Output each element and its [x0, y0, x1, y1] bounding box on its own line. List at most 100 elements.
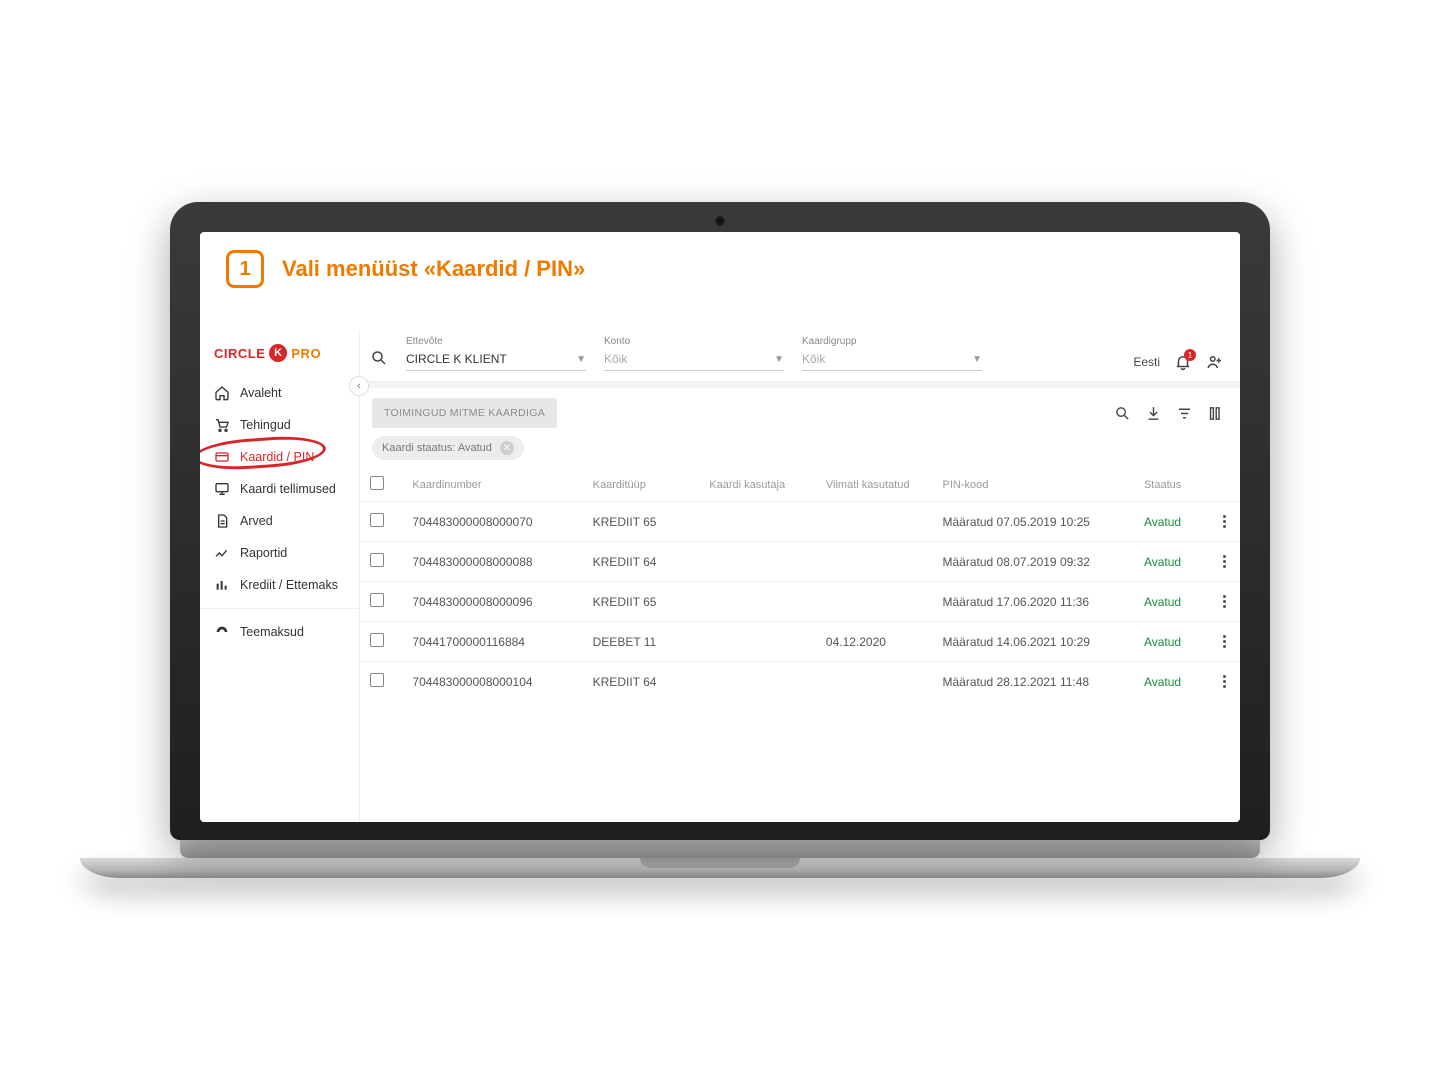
row-menu-icon[interactable]: [1218, 595, 1230, 608]
cell-status: Avatud: [1134, 502, 1208, 542]
topbar: Ettevõte CIRCLE K KLIENT ▼ Konto Kõik: [360, 330, 1240, 382]
cell-user: [699, 542, 816, 582]
bars-icon: [214, 577, 230, 593]
notifications-button[interactable]: 1: [1174, 353, 1192, 371]
row-checkbox[interactable]: [370, 593, 384, 607]
sidebar-item-reports[interactable]: Raportid: [200, 538, 359, 568]
cell-cardnum: 704483000008000104: [402, 662, 582, 702]
sidebar-item-home[interactable]: Avaleht: [200, 378, 359, 408]
cardgroup-select-label: Kaardigrupp: [802, 336, 982, 347]
account-icon[interactable]: [1206, 353, 1224, 371]
row-menu-icon[interactable]: [1218, 635, 1230, 648]
document-icon: [214, 513, 230, 529]
cell-cardnum: 704483000008000070: [402, 502, 582, 542]
sidebar-item-label: Krediit / Ettemaks: [240, 578, 338, 592]
row-menu-icon[interactable]: [1218, 515, 1230, 528]
filter-chip-label: Kaardi staatus: Avatud: [382, 442, 492, 454]
cell-cardnum: 704483000008000096: [402, 582, 582, 622]
table-row[interactable]: 704483000008000096KREDIIT 65Määratud 17.…: [360, 582, 1240, 622]
monitor-icon: [214, 481, 230, 497]
col-pin[interactable]: PIN-kood: [933, 468, 1134, 502]
table-toolbar: TOIMINGUD MITME KAARDIGA: [360, 382, 1240, 432]
logo-word2: PRO: [291, 346, 321, 361]
sidebar-collapse-toggle[interactable]: ‹: [349, 376, 369, 396]
sidebar-item-card-orders[interactable]: Kaardi tellimused: [200, 474, 359, 504]
sidebar-item-label: Kaardi tellimused: [240, 482, 336, 496]
cell-lastused: [816, 502, 933, 542]
instruction-title: Vali menüüst «Kaardid / PIN»: [282, 256, 585, 282]
company-select[interactable]: Ettevõte CIRCLE K KLIENT ▼: [406, 336, 586, 371]
cell-cardtype: DEEBET 11: [583, 622, 700, 662]
cell-status: Avatud: [1134, 662, 1208, 702]
cell-pin: Määratud 28.12.2021 11:48: [933, 662, 1134, 702]
table-row[interactable]: 70441700000116884DEEBET 1104.12.2020Määr…: [360, 622, 1240, 662]
laptop-base: [80, 858, 1360, 878]
bulk-actions-button[interactable]: TOIMINGUD MITME KAARDIGA: [372, 398, 557, 428]
toll-icon: [214, 624, 230, 640]
logo: CIRCLE K PRO: [200, 338, 359, 376]
cell-lastused: 04.12.2020: [816, 622, 933, 662]
chevron-down-icon: ▼: [576, 354, 586, 365]
row-menu-icon[interactable]: [1218, 555, 1230, 568]
sidebar-item-cards-pin[interactable]: Kaardid / PIN: [200, 442, 359, 472]
col-lastused[interactable]: Viimati kasutatud: [816, 468, 933, 502]
company-select-label: Ettevõte: [406, 336, 586, 347]
close-icon[interactable]: ✕: [500, 441, 514, 455]
laptop-hinge: [180, 840, 1260, 858]
cart-icon: [214, 417, 230, 433]
table-search-icon[interactable]: [1114, 405, 1131, 422]
cards-table: Kaardinumber Kaarditüüp Kaardi kasutaja …: [360, 468, 1240, 701]
cardgroup-select[interactable]: Kaardigrupp Kõik ▼: [802, 336, 982, 371]
sidebar-item-label: Tehingud: [240, 418, 291, 432]
card-icon: [214, 449, 230, 465]
app-container: CIRCLE K PRO ‹ Avaleht Tehingud: [200, 330, 1240, 822]
row-checkbox[interactable]: [370, 633, 384, 647]
select-all-checkbox[interactable]: [370, 476, 384, 490]
cell-pin: Määratud 14.06.2021 10:29: [933, 622, 1134, 662]
row-menu-icon[interactable]: [1218, 675, 1230, 688]
col-status[interactable]: Staatus: [1134, 468, 1208, 502]
row-checkbox[interactable]: [370, 673, 384, 687]
sidebar-item-label: Raportid: [240, 546, 287, 560]
logo-word1: CIRCLE: [214, 346, 265, 361]
row-checkbox[interactable]: [370, 553, 384, 567]
chevron-down-icon: ▼: [774, 354, 784, 365]
row-checkbox[interactable]: [370, 513, 384, 527]
filter-chip-status[interactable]: Kaardi staatus: Avatud ✕: [372, 436, 524, 460]
cell-pin: Määratud 08.07.2019 09:32: [933, 542, 1134, 582]
col-cardnum[interactable]: Kaardinumber: [402, 468, 582, 502]
cell-status: Avatud: [1134, 542, 1208, 582]
col-user[interactable]: Kaardi kasutaja: [699, 468, 816, 502]
table-row[interactable]: 704483000008000070KREDIIT 65 Määratud 07.…: [360, 502, 1240, 542]
columns-icon[interactable]: [1207, 405, 1224, 422]
cell-lastused: [816, 582, 933, 622]
sidebar-item-label: Kaardid / PIN: [240, 450, 314, 464]
language-select[interactable]: Eesti: [1133, 355, 1160, 369]
download-icon[interactable]: [1145, 405, 1162, 422]
sidebar-item-invoices[interactable]: Arved: [200, 506, 359, 536]
cell-cardtype: KREDIIT 65: [583, 502, 700, 542]
filter-icon[interactable]: [1176, 405, 1193, 422]
main-panel: Ettevõte CIRCLE K KLIENT ▼ Konto Kõik: [360, 330, 1240, 822]
company-select-value: CIRCLE K KLIENT: [406, 352, 507, 366]
cell-pin: Määratud 07.05.2019 10:25: [933, 502, 1134, 542]
sidebar-item-credit[interactable]: Krediit / Ettemaks: [200, 570, 359, 600]
table-row[interactable]: 704483000008000104KREDIIT 64Määratud 28.…: [360, 662, 1240, 702]
search-icon[interactable]: [370, 349, 388, 367]
cell-status: Avatud: [1134, 622, 1208, 662]
cell-user: [699, 622, 816, 662]
sidebar-item-tolls[interactable]: Teemaksud: [200, 617, 359, 647]
sidebar-item-transactions[interactable]: Tehingud: [200, 410, 359, 440]
sidebar-item-label: Avaleht: [240, 386, 281, 400]
home-icon: [214, 385, 230, 401]
sidebar-item-label: Arved: [240, 514, 273, 528]
chevron-down-icon: ▼: [972, 354, 982, 365]
table-row[interactable]: 704483000008000088KREDIIT 64Määratud 08.…: [360, 542, 1240, 582]
col-cardtype[interactable]: Kaarditüüp: [583, 468, 700, 502]
cell-user: [699, 502, 816, 542]
account-select[interactable]: Konto Kõik ▼: [604, 336, 784, 371]
step-badge: 1: [226, 250, 264, 288]
cell-lastused: [816, 542, 933, 582]
account-select-label: Konto: [604, 336, 784, 347]
cell-user: [699, 662, 816, 702]
